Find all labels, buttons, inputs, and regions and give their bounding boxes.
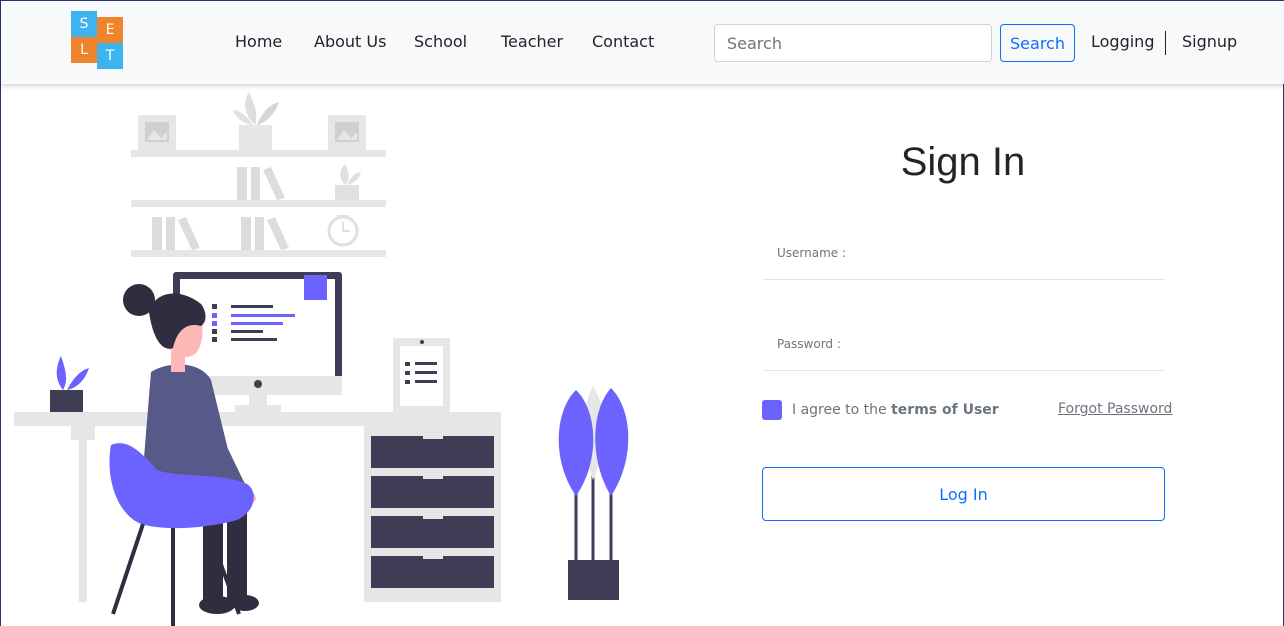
nav-contact[interactable]: Contact <box>592 32 654 51</box>
tablet-icon <box>393 338 450 412</box>
brand-logo[interactable]: S E L T <box>71 11 125 69</box>
terms-checkbox[interactable] <box>762 400 782 420</box>
password-field[interactable]: Password : <box>763 327 1169 372</box>
forgot-password-link[interactable]: Forgot Password <box>1058 401 1172 417</box>
logo-tile-l: L <box>71 37 97 63</box>
logo-tile-s: S <box>71 11 97 37</box>
search-button[interactable]: Search <box>1000 24 1075 62</box>
clock-icon <box>327 215 359 247</box>
hero-illustration <box>14 92 629 626</box>
username-input[interactable] <box>763 236 1169 281</box>
page-title: Sign In <box>900 140 1026 184</box>
terms-prefix: I agree to the <box>792 402 892 418</box>
username-field[interactable]: Username : <box>763 236 1169 281</box>
nav-teacher[interactable]: Teacher <box>501 32 563 51</box>
logo-tile-t: T <box>97 43 123 69</box>
login-button[interactable]: Log In <box>762 467 1165 521</box>
shelf-plant-icon <box>233 92 279 150</box>
nav-logging[interactable]: Logging <box>1091 32 1154 51</box>
picture-frame-icon <box>138 115 176 150</box>
desk-plant-icon <box>50 356 89 412</box>
picture-frame-icon <box>328 115 366 150</box>
books-icon <box>152 217 200 250</box>
desk <box>14 412 501 602</box>
books-icon <box>241 217 289 250</box>
nav-school[interactable]: School <box>414 32 467 51</box>
books-icon <box>237 167 285 200</box>
search-input[interactable] <box>714 24 992 62</box>
password-input[interactable] <box>763 327 1169 372</box>
logo-tile-e: E <box>97 17 123 43</box>
nav-signup[interactable]: Signup <box>1182 32 1237 51</box>
floor-plant-icon <box>558 386 629 600</box>
nav-about-us[interactable]: About Us <box>314 32 386 51</box>
small-plant-icon <box>335 164 361 200</box>
terms-label: I agree to the terms of User <box>792 402 999 418</box>
nav-divider <box>1165 31 1166 55</box>
terms-link[interactable]: terms of User <box>891 402 999 418</box>
nav-home[interactable]: Home <box>235 32 282 51</box>
navbar: S E L T Home About Us School Teacher Con… <box>1 0 1284 84</box>
